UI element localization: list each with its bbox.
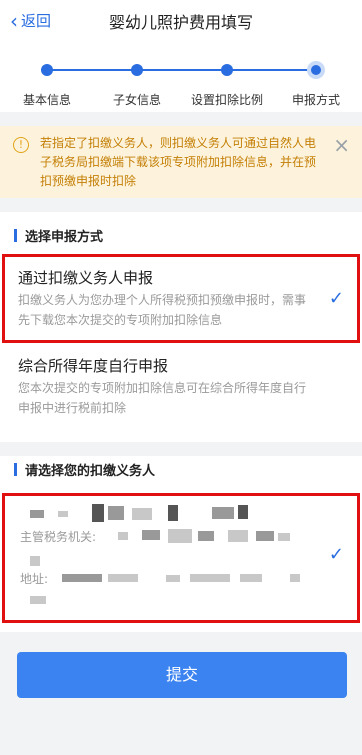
progress-steps: 基本信息 子女信息 设置扣除比例 申报方式 xyxy=(0,42,362,112)
warning-icon: ! xyxy=(13,137,29,153)
heading-bar xyxy=(14,463,17,476)
highlight-box-method xyxy=(2,254,360,343)
step-label-1: 基本信息 xyxy=(22,93,72,107)
close-icon[interactable]: × xyxy=(333,133,350,157)
withholder-heading: 请选择您的扣缴义务人 xyxy=(14,460,155,479)
method-heading: 选择申报方式 xyxy=(14,226,103,245)
option-self-title[interactable]: 综合所得年度自行申报 xyxy=(18,355,168,376)
notice-text: 若指定了扣缴义务人，则扣缴义务人可通过自然人电子税务局扣缴端下载该项专项附加扣除… xyxy=(40,136,317,188)
highlight-box-withholder xyxy=(2,493,360,623)
step-dot-1 xyxy=(41,64,53,76)
option-self-desc: 您本次提交的专项附加扣除信息可在综合所得年度自行申报中进行税前扣除 xyxy=(18,381,307,415)
progress-line xyxy=(47,69,315,71)
withholder-heading-text: 请选择您的扣缴义务人 xyxy=(25,464,156,479)
header-bar: ‹ 返回 婴幼儿照护费用填写 xyxy=(0,0,362,42)
page-title: 婴幼儿照护费用填写 xyxy=(108,13,253,32)
step-label-2: 子女信息 xyxy=(112,93,162,107)
notice-banner: ! 若指定了扣缴义务人，则扣缴义务人可通过自然人电子税务局扣缴端下载该项专项附加… xyxy=(0,126,362,198)
step-label-4: 申报方式 xyxy=(291,93,341,107)
step-dot-4-active xyxy=(307,61,325,79)
step-label-3: 设置扣除比例 xyxy=(190,93,264,107)
method-heading-text: 选择申报方式 xyxy=(25,230,104,245)
step-dot-3 xyxy=(221,64,233,76)
step-dot-2 xyxy=(131,64,143,76)
heading-bar xyxy=(14,229,17,242)
submit-button[interactable]: 提交 xyxy=(17,652,347,698)
